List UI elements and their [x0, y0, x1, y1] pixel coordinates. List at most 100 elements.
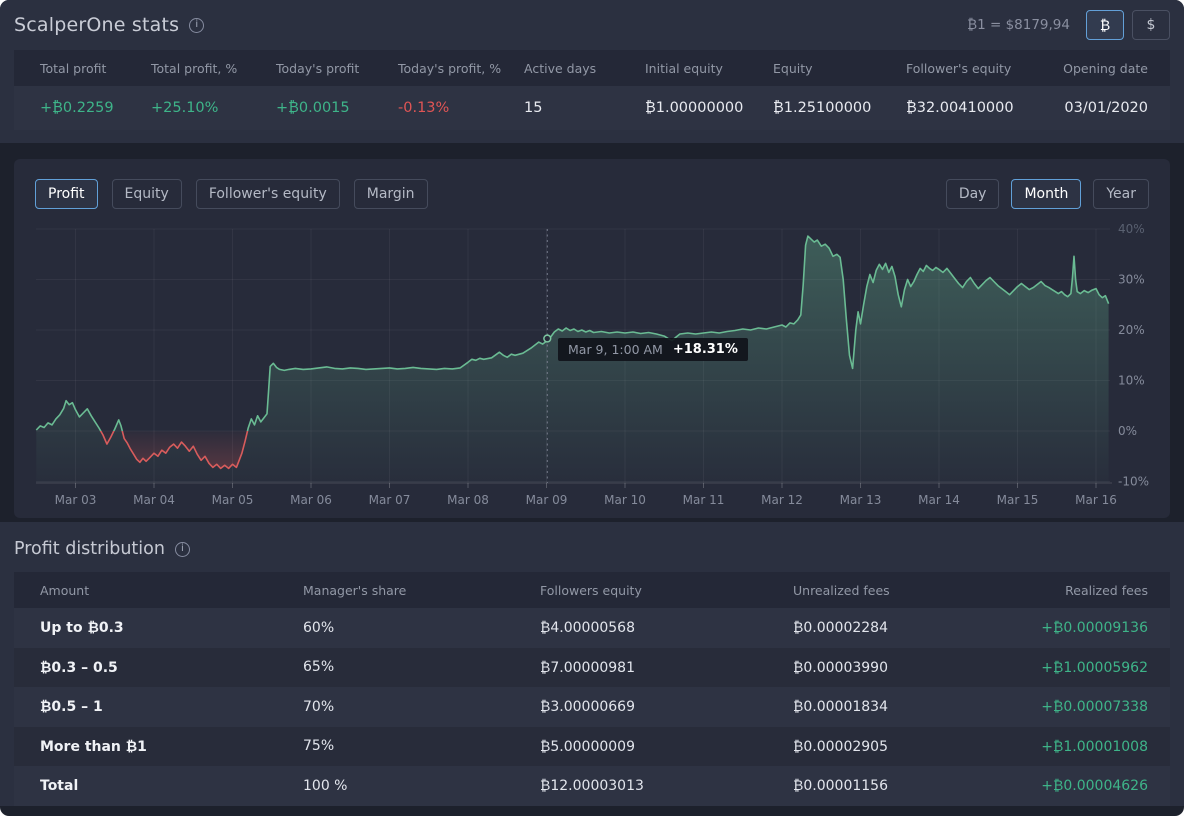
realized-fees-cell: +₿0.00009136 [1000, 619, 1170, 636]
table-row: ₿0.3 – 0.5 65% ₿7.00000981 ₿0.00003990 +… [14, 648, 1170, 688]
svg-text:Mar 06: Mar 06 [290, 493, 332, 507]
svg-text:Mar 14: Mar 14 [918, 493, 960, 507]
table-row: Up to ₿0.3 60% ₿4.00000568 ₿0.00002284 +… [14, 608, 1170, 648]
svg-text:30%: 30% [1118, 273, 1145, 287]
svg-text:Mar 08: Mar 08 [447, 493, 489, 507]
equity-value: ₿1.25100000 [773, 100, 906, 116]
stats-table: Total profit Total profit, % Today's pro… [14, 50, 1170, 130]
opening-date-value: 03/01/2020 [1060, 100, 1170, 116]
followers-equity-cell: ₿5.00000009 [540, 738, 793, 755]
amount-cell: ₿0.3 – 0.5 [40, 659, 303, 676]
unrealized-fees-cell: ₿0.00002905 [793, 738, 1000, 755]
svg-text:Mar 04: Mar 04 [133, 493, 175, 507]
dist-col-unrealized-fees: Unrealized fees [793, 583, 1000, 598]
currency-usd-button[interactable]: $ [1132, 10, 1170, 40]
range-month[interactable]: Month [1011, 179, 1081, 209]
realized-fees-cell: +₿0.00004626 [1000, 777, 1170, 794]
svg-text:Mar 16: Mar 16 [1075, 493, 1117, 507]
header-bar: ScalperOne stats i ₿1 = $8179,94 ₿ $ [0, 0, 1184, 50]
total-profit-value: +₿0.2259 [40, 100, 151, 116]
stats-col-todays-profit: Today's profit [276, 61, 398, 76]
unrealized-fees-cell: ₿0.00001156 [793, 777, 1000, 794]
tab-equity[interactable]: Equity [112, 179, 182, 209]
followers-equity-cell: ₿12.00003013 [540, 777, 793, 794]
range-year[interactable]: Year [1093, 179, 1149, 209]
table-row-total: Total 100 % ₿12.00003013 ₿0.00001156 +₿0… [14, 766, 1170, 806]
svg-text:Mar 12: Mar 12 [761, 493, 803, 507]
realized-fees-cell: +₿1.00005962 [1000, 659, 1170, 676]
svg-text:0%: 0% [1118, 424, 1137, 438]
stats-col-followers-equity: Follower's equity [906, 61, 1060, 76]
stats-values-row: +₿0.2259 +25.10% +₿0.0015 -0.13% 15 ₿1.0… [14, 86, 1170, 130]
svg-text:Mar 03: Mar 03 [55, 493, 97, 507]
managers-share-cell: 100 % [303, 778, 540, 794]
distribution-section: Profit distribution i Amount Manager's s… [0, 522, 1184, 806]
dist-col-realized-fees: Realized fees [1000, 583, 1170, 598]
stats-col-initial-equity: Initial equity [645, 61, 773, 76]
table-row: More than ₿1 75% ₿5.00000009 ₿0.00002905… [14, 727, 1170, 767]
svg-text:Mar 15: Mar 15 [997, 493, 1039, 507]
todays-profit-value: +₿0.0015 [276, 100, 398, 116]
followers-equity-cell: ₿4.00000568 [540, 619, 793, 636]
dist-col-managers-share: Manager's share [303, 583, 540, 598]
svg-text:Mar 09: Mar 09 [526, 493, 568, 507]
svg-text:Mar 05: Mar 05 [212, 493, 254, 507]
exchange-rate: ₿1 = $8179,94 [967, 17, 1070, 33]
active-days-value: 15 [524, 100, 645, 116]
unrealized-fees-cell: ₿0.00001834 [793, 698, 1000, 715]
stats-header-row: Total profit Total profit, % Today's pro… [14, 50, 1170, 86]
managers-share-cell: 65% [303, 659, 540, 675]
dist-col-followers-equity: Followers equity [540, 583, 793, 598]
table-row: ₿0.5 – 1 70% ₿3.00000669 ₿0.00001834 +₿0… [14, 687, 1170, 727]
stats-col-total-profit-pct: Total profit, % [151, 61, 276, 76]
header-right: ₿1 = $8179,94 ₿ $ [967, 10, 1170, 40]
distribution-title-row: Profit distribution i [0, 522, 1184, 572]
svg-text:Mar 10: Mar 10 [604, 493, 646, 507]
stats-col-todays-profit-pct: Today's profit, % [398, 61, 524, 76]
realized-fees-cell: +₿1.00001008 [1000, 738, 1170, 755]
tab-margin[interactable]: Margin [354, 179, 428, 209]
range-tabs: Day Month Year [946, 179, 1149, 209]
stats-col-total-profit: Total profit [40, 61, 151, 76]
stats-col-equity: Equity [773, 61, 906, 76]
distribution-table: Amount Manager's share Followers equity … [14, 572, 1170, 806]
svg-text:Mar 11: Mar 11 [683, 493, 725, 507]
followers-equity-cell: ₿7.00000981 [540, 659, 793, 676]
unrealized-fees-cell: ₿0.00002284 [793, 619, 1000, 636]
tab-profit[interactable]: Profit [35, 179, 98, 209]
currency-btc-button[interactable]: ₿ [1086, 10, 1124, 40]
svg-text:40%: 40% [1118, 222, 1145, 236]
stats-dashboard: ScalperOne stats i ₿1 = $8179,94 ₿ $ Tot… [0, 0, 1184, 816]
dist-col-amount: Amount [40, 583, 303, 598]
page-title: ScalperOne stats [14, 14, 179, 36]
svg-text:Mar 13: Mar 13 [840, 493, 882, 507]
stats-col-opening-date: Opening date [1060, 61, 1170, 76]
chart-panel: Profit Equity Follower's equity Margin D… [14, 159, 1170, 518]
svg-text:20%: 20% [1118, 323, 1145, 337]
amount-cell: More than ₿1 [40, 738, 303, 755]
top-section: ScalperOne stats i ₿1 = $8179,94 ₿ $ Tot… [0, 0, 1184, 143]
amount-cell: ₿0.5 – 1 [40, 698, 303, 715]
stats-col-active-days: Active days [524, 61, 645, 76]
followers-equity-value: ₿32.00410000 [906, 100, 1060, 116]
managers-share-cell: 75% [303, 738, 540, 754]
initial-equity-value: ₿1.00000000 [645, 100, 773, 116]
chart-tabs-row: Profit Equity Follower's equity Margin D… [14, 159, 1170, 209]
svg-text:Mar 07: Mar 07 [369, 493, 411, 507]
todays-profit-pct-value: -0.13% [398, 100, 524, 116]
amount-cell: Up to ₿0.3 [40, 619, 303, 636]
total-profit-pct-value: +25.10% [151, 100, 276, 116]
distribution-header-row: Amount Manager's share Followers equity … [14, 572, 1170, 608]
unrealized-fees-cell: ₿0.00003990 [793, 659, 1000, 676]
profit-chart[interactable]: 40% 30% 20% 10% 0% -10% Mar 03 Mar 04 Mar 05 Mar … [14, 215, 1170, 517]
svg-text:10%: 10% [1118, 374, 1145, 388]
distribution-title: Profit distribution [14, 539, 165, 559]
profit-chart-svg: 40% 30% 20% 10% 0% -10% Mar 03 Mar 04 Mar 05 Mar … [14, 215, 1170, 513]
svg-text:-10%: -10% [1118, 475, 1149, 489]
range-day[interactable]: Day [946, 179, 1000, 209]
info-icon[interactable]: i [175, 542, 190, 557]
distribution-rows: Up to ₿0.3 60% ₿4.00000568 ₿0.00002284 +… [14, 608, 1170, 806]
followers-equity-cell: ₿3.00000669 [540, 698, 793, 715]
info-icon[interactable]: i [189, 18, 204, 33]
tab-followers-equity[interactable]: Follower's equity [196, 179, 340, 209]
